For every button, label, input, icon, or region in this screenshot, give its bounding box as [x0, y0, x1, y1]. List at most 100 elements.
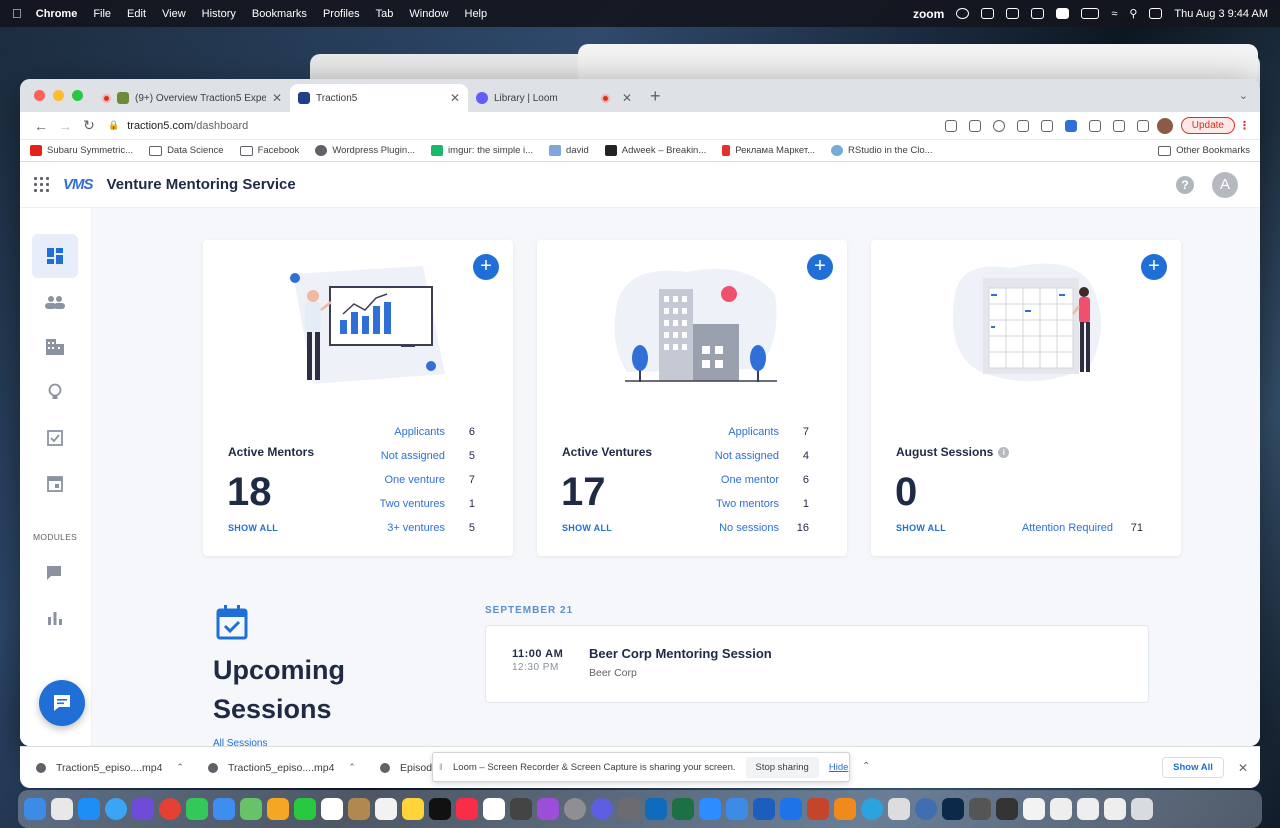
stat-link[interactable]: Not assigned — [715, 450, 779, 462]
bookmark-item[interactable]: Adweek – Breakin... — [604, 145, 706, 156]
close-download-shelf-icon[interactable]: ✕ — [1238, 761, 1248, 775]
close-window-button[interactable] — [34, 90, 45, 101]
add-session-button[interactable]: + — [1141, 254, 1167, 280]
minimize-window-button[interactable] — [53, 90, 64, 101]
sidebar-item-tasks[interactable] — [32, 415, 78, 459]
menu-tab[interactable]: Tab — [376, 8, 394, 20]
menu-edit[interactable]: Edit — [127, 8, 146, 20]
app-icon[interactable] — [1050, 798, 1072, 820]
stat-link[interactable]: Two mentors — [716, 498, 779, 510]
apple-menu-icon[interactable]:  — [12, 6, 22, 21]
powerpoint-icon[interactable] — [807, 798, 829, 820]
update-button[interactable]: Update — [1180, 117, 1235, 134]
safari-icon[interactable] — [105, 798, 127, 820]
stat-link[interactable]: Applicants — [728, 426, 779, 438]
settings-icon[interactable] — [564, 798, 586, 820]
menu-file[interactable]: File — [93, 8, 111, 20]
close-tab-icon[interactable]: ✕ — [450, 91, 460, 105]
puzzle-extensions-icon[interactable] — [1112, 119, 1125, 132]
support-chat-button[interactable] — [39, 680, 85, 726]
slack-icon[interactable] — [483, 798, 505, 820]
menu-window[interactable]: Window — [409, 8, 448, 20]
notes-icon[interactable] — [402, 798, 424, 820]
vlc-icon[interactable] — [834, 798, 856, 820]
tv-icon[interactable] — [429, 798, 451, 820]
sidebar-item-ventures[interactable] — [32, 325, 78, 369]
side-panel-icon[interactable] — [1136, 119, 1149, 132]
finder-icon[interactable] — [24, 798, 46, 820]
download-item[interactable]: Traction5_episo....mp4 ⌃ — [192, 762, 364, 774]
star-bookmark-icon[interactable] — [1040, 119, 1053, 132]
vms-logo[interactable]: VMS — [63, 176, 93, 193]
stat-link[interactable]: No sessions — [719, 522, 779, 534]
tab-overview[interactable]: (9+) Overview Traction5 Exper ✕ — [94, 84, 290, 112]
show-all-downloads-button[interactable]: Show All — [1162, 757, 1224, 778]
app-icon[interactable] — [726, 798, 748, 820]
menu-profiles[interactable]: Profiles — [323, 8, 360, 20]
status-icon[interactable] — [981, 8, 995, 19]
bookmark-item[interactable]: Реклама Маркет... — [722, 145, 815, 156]
zoom-window-button[interactable] — [72, 90, 83, 101]
photoshop-icon[interactable] — [942, 798, 964, 820]
session-card[interactable]: 11:00 AM 12:30 PM Beer Corp Mentoring Se… — [485, 625, 1149, 703]
bookmark-item[interactable]: david — [549, 145, 589, 156]
key-icon[interactable] — [968, 119, 981, 132]
stat-link[interactable]: One venture — [384, 474, 445, 486]
sidebar-item-mentors[interactable] — [32, 280, 78, 324]
podcasts-icon[interactable] — [537, 798, 559, 820]
download-item[interactable]: Traction5_episo....mp4 ⌃ — [20, 762, 192, 774]
show-all-mentors-link[interactable]: SHOW ALL — [228, 523, 278, 533]
chrome-icon[interactable] — [159, 798, 181, 820]
camera-icon[interactable] — [944, 119, 957, 132]
search-icon[interactable]: ⚲ — [1129, 7, 1137, 20]
user-avatar[interactable]: A — [1212, 171, 1238, 198]
reload-icon[interactable]: ↻ — [78, 117, 100, 134]
app-icon[interactable] — [1023, 798, 1045, 820]
tab-search-chevron-icon[interactable]: ⌄ — [1239, 89, 1248, 102]
outlook-icon[interactable] — [645, 798, 667, 820]
keyboard-input-icon[interactable] — [1056, 8, 1070, 19]
info-icon[interactable]: i — [998, 447, 1010, 459]
app-icon[interactable] — [591, 798, 613, 820]
chevron-up-icon[interactable]: ⌃ — [176, 762, 184, 773]
menu-help[interactable]: Help — [465, 8, 488, 20]
extension-icon[interactable] — [1088, 119, 1101, 132]
stop-sharing-button[interactable]: Stop sharing — [745, 756, 819, 778]
trash-icon[interactable] — [1131, 798, 1153, 820]
app-icon[interactable] — [780, 798, 802, 820]
sidebar-item-ideas[interactable] — [32, 370, 78, 414]
stat-link[interactable]: One mentor — [721, 474, 779, 486]
excel-icon[interactable] — [672, 798, 694, 820]
calendar-app-icon[interactable] — [321, 798, 343, 820]
clock[interactable]: Thu Aug 3 9:44 AM — [1174, 8, 1268, 20]
bookmark-item[interactable]: Wordpress Plugin... — [315, 145, 415, 156]
close-tab-icon[interactable]: ✕ — [622, 91, 632, 105]
add-mentor-button[interactable]: + — [473, 254, 499, 280]
status-icon[interactable] — [1006, 8, 1020, 19]
app-icon[interactable] — [348, 798, 370, 820]
menu-bookmarks[interactable]: Bookmarks — [252, 8, 307, 20]
app-icon[interactable] — [132, 798, 154, 820]
word-icon[interactable] — [753, 798, 775, 820]
tab-traction5[interactable]: Traction5 ✕ — [290, 84, 468, 112]
chevron-up-icon[interactable]: ⌃ — [348, 762, 356, 773]
sidebar-item-messages[interactable] — [32, 551, 78, 595]
app-icon[interactable] — [618, 798, 640, 820]
bookmark-item[interactable]: RStudio in the Clo... — [831, 145, 933, 156]
zoom-icon[interactable] — [699, 798, 721, 820]
menu-app-name[interactable]: Chrome — [36, 8, 78, 20]
stat-link[interactable]: Applicants — [394, 426, 445, 438]
app-icon[interactable] — [888, 798, 910, 820]
messages-icon[interactable] — [186, 798, 208, 820]
app-icon[interactable] — [1077, 798, 1099, 820]
show-all-ventures-link[interactable]: SHOW ALL — [562, 523, 612, 533]
sidebar-item-calendar[interactable] — [32, 461, 78, 505]
kebab-menu-icon[interactable]: ⋮ — [1239, 119, 1250, 132]
status-icon[interactable] — [1031, 8, 1045, 19]
status-icon[interactable] — [956, 8, 970, 19]
stat-link[interactable]: Not assigned — [381, 450, 445, 462]
photos-icon[interactable] — [267, 798, 289, 820]
chevron-up-icon[interactable]: ⌃ — [862, 761, 870, 772]
launchpad-icon[interactable] — [51, 798, 73, 820]
app-icon[interactable] — [915, 798, 937, 820]
